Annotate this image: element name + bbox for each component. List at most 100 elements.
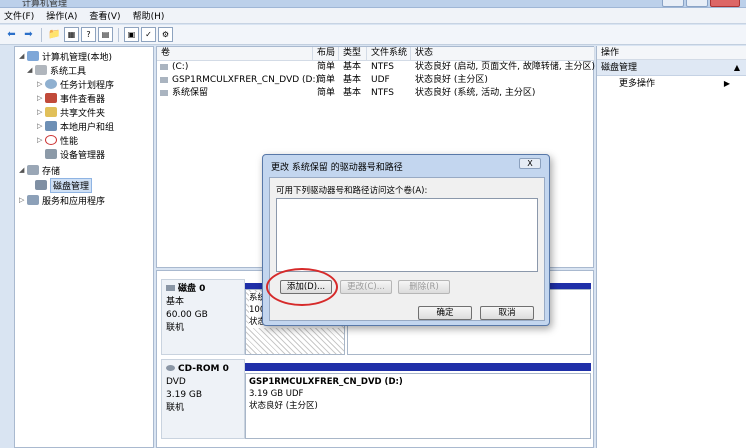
column-header-type[interactable]: 类型 — [339, 47, 367, 61]
properties-icon[interactable]: ▤ — [98, 27, 113, 42]
event-viewer-icon — [45, 93, 57, 103]
expand-arrow-icon[interactable]: ▷ — [37, 136, 45, 144]
menu-action[interactable]: 操作(A) — [46, 9, 77, 22]
disk-name: CD-ROM 0 — [178, 364, 229, 374]
disk-size: 3.19 GB — [166, 390, 203, 400]
expand-arrow-icon[interactable]: ▷ — [37, 80, 45, 88]
menu-view[interactable]: 查看(V) — [89, 9, 120, 22]
show-hide-tree-icon[interactable]: ▦ — [64, 27, 79, 42]
partition-dvd[interactable]: GSP1RMCULXFRER_CN_DVD (D:) 3.19 GB UDF 状… — [245, 373, 591, 439]
volume-type: 基本 — [343, 62, 362, 72]
remove-button[interactable]: 删除(R) — [398, 280, 450, 294]
storage-icon — [27, 165, 39, 175]
back-icon[interactable]: ⬅ — [4, 27, 19, 42]
help-icon[interactable]: ? — [81, 27, 96, 42]
cdrom-info[interactable]: CD-ROM 0 DVD 3.19 GB 联机 — [161, 359, 245, 439]
title-bar: 计算机管理 — [0, 0, 746, 9]
clock-icon — [45, 79, 57, 89]
collapse-triangle-icon[interactable]: ▲ — [734, 60, 740, 76]
close-button[interactable] — [710, 0, 740, 7]
up-folder-icon[interactable]: 📁 — [47, 27, 62, 42]
actions-header: 操作 — [597, 46, 746, 60]
partition-header-bar — [245, 363, 591, 371]
dvd-drive-icon — [160, 77, 168, 83]
window-controls — [662, 0, 740, 7]
more-actions-item[interactable]: 更多操作 ▶ — [597, 76, 746, 92]
collapse-arrow-icon[interactable]: ◢ — [19, 166, 27, 174]
computer-icon — [27, 51, 39, 61]
export-icon[interactable]: ▣ — [124, 27, 139, 42]
toolbar: ⬅ ➡ 📁 ▦ ? ▤ ▣ ✓ ⚙ — [0, 25, 746, 45]
actions-section-disk-management[interactable]: 磁盘管理 ▲ — [597, 60, 746, 76]
menu-help[interactable]: 帮助(H) — [133, 9, 165, 22]
collapse-arrow-icon[interactable]: ◢ — [19, 52, 27, 60]
tree-item-storage[interactable]: ◢ 存储 — [19, 163, 60, 177]
collapse-arrow-icon[interactable]: ◢ — [27, 66, 35, 74]
tree-item-shared-folders[interactable]: ▷ 共享文件夹 — [37, 105, 105, 119]
menu-bar: 文件(F) 操作(A) 查看(V) 帮助(H) — [0, 8, 746, 24]
tree-item-computer-management[interactable]: ◢ 计算机管理(本地) — [19, 49, 112, 63]
actions-section-label: 磁盘管理 — [601, 63, 638, 73]
ok-button[interactable]: 确定 — [418, 306, 472, 320]
change-button[interactable]: 更改(C)... — [340, 280, 392, 294]
volume-status: 状态良好 (系统, 活动, 主分区) — [415, 88, 536, 98]
menu-file[interactable]: 文件(F) — [4, 9, 34, 22]
expand-arrow-icon[interactable]: ▷ — [37, 94, 45, 102]
tree-item-task-scheduler[interactable]: ▷ 任务计划程序 — [37, 77, 114, 91]
volume-status: 状态良好 (启动, 页面文件, 故障转储, 主分区) — [415, 62, 596, 72]
column-header-filesystem[interactable]: 文件系统 — [367, 47, 411, 61]
partition-size: 3.19 GB UDF — [249, 389, 304, 399]
forward-icon[interactable]: ➡ — [21, 27, 36, 42]
tree-item-label: 性能 — [60, 136, 79, 147]
drive-path-list[interactable] — [276, 198, 538, 272]
dialog-title: 更改 系统保留 的驱动器号和路径 — [271, 163, 403, 173]
actions-pane: 操作 磁盘管理 ▲ 更多操作 ▶ — [596, 46, 746, 448]
users-icon — [45, 121, 57, 131]
disk-status: 联机 — [166, 403, 185, 413]
tree-item-label: 本地用户和组 — [60, 122, 115, 133]
tree-item-performance[interactable]: ▷ 性能 — [37, 133, 78, 147]
tree-item-label: 共享文件夹 — [60, 108, 106, 119]
volume-name: (C:) — [172, 62, 189, 72]
disk-info[interactable]: 磁盘 0 基本 60.00 GB 联机 — [161, 279, 245, 355]
expand-arrow-icon[interactable]: ▷ — [37, 122, 45, 130]
cdrom-icon — [166, 365, 175, 371]
disk-status: 联机 — [166, 323, 185, 333]
column-header-layout[interactable]: 布局 — [313, 47, 339, 61]
toolbar-separator — [118, 27, 119, 42]
tree-item-label: 任务计划程序 — [60, 80, 115, 91]
check-icon[interactable]: ✓ — [141, 27, 156, 42]
disk-management-icon — [35, 180, 47, 190]
tree-item-disk-management[interactable]: 磁盘管理 — [35, 177, 93, 193]
expand-arrow-icon[interactable]: ▷ — [19, 196, 27, 204]
partition-status: 状态良好 (主分区) — [249, 401, 318, 411]
device-manager-icon — [45, 149, 57, 159]
volume-layout: 简单 — [317, 88, 336, 98]
services-icon — [27, 195, 39, 205]
partition-name: GSP1RMCULXFRER_CN_DVD (D:) — [249, 377, 403, 387]
tree-item-label: 磁盘管理 — [50, 177, 93, 193]
minimize-button[interactable] — [662, 0, 684, 7]
dialog-list-label: 可用下列驱动器号和路径访问这个卷(A): — [276, 186, 428, 196]
tree-item-event-viewer[interactable]: ▷ 事件查看器 — [37, 91, 105, 105]
submenu-arrow-icon: ▶ — [723, 79, 730, 88]
dialog-close-button[interactable]: X — [519, 158, 541, 169]
drive-icon — [160, 90, 168, 96]
column-header-status[interactable]: 状态 — [411, 47, 595, 61]
tree-item-label: 服务和应用程序 — [42, 196, 106, 207]
navigation-tree: ◢ 计算机管理(本地) ◢ 系统工具 ▷ 任务计划程序 ▷ 事件查看器 ▷ 共享… — [14, 46, 154, 448]
cancel-button[interactable]: 取消 — [480, 306, 534, 320]
tree-item-local-users-groups[interactable]: ▷ 本地用户和组 — [37, 119, 114, 133]
tree-item-services-applications[interactable]: ▷ 服务和应用程序 — [19, 193, 105, 207]
column-header-volume[interactable]: 卷 — [157, 47, 313, 61]
tree-item-device-manager[interactable]: 设备管理器 — [45, 147, 105, 161]
maximize-button[interactable] — [686, 0, 708, 7]
volume-layout: 简单 — [317, 75, 336, 85]
tree-item-system-tools[interactable]: ◢ 系统工具 — [27, 63, 86, 77]
volume-filesystem: NTFS — [371, 88, 394, 98]
disk-type: DVD — [166, 377, 186, 387]
tree-item-label: 计算机管理(本地) — [42, 52, 113, 63]
volume-name: 系统保留 — [172, 88, 209, 98]
expand-arrow-icon[interactable]: ▷ — [37, 108, 45, 116]
settings-icon[interactable]: ⚙ — [158, 27, 173, 42]
